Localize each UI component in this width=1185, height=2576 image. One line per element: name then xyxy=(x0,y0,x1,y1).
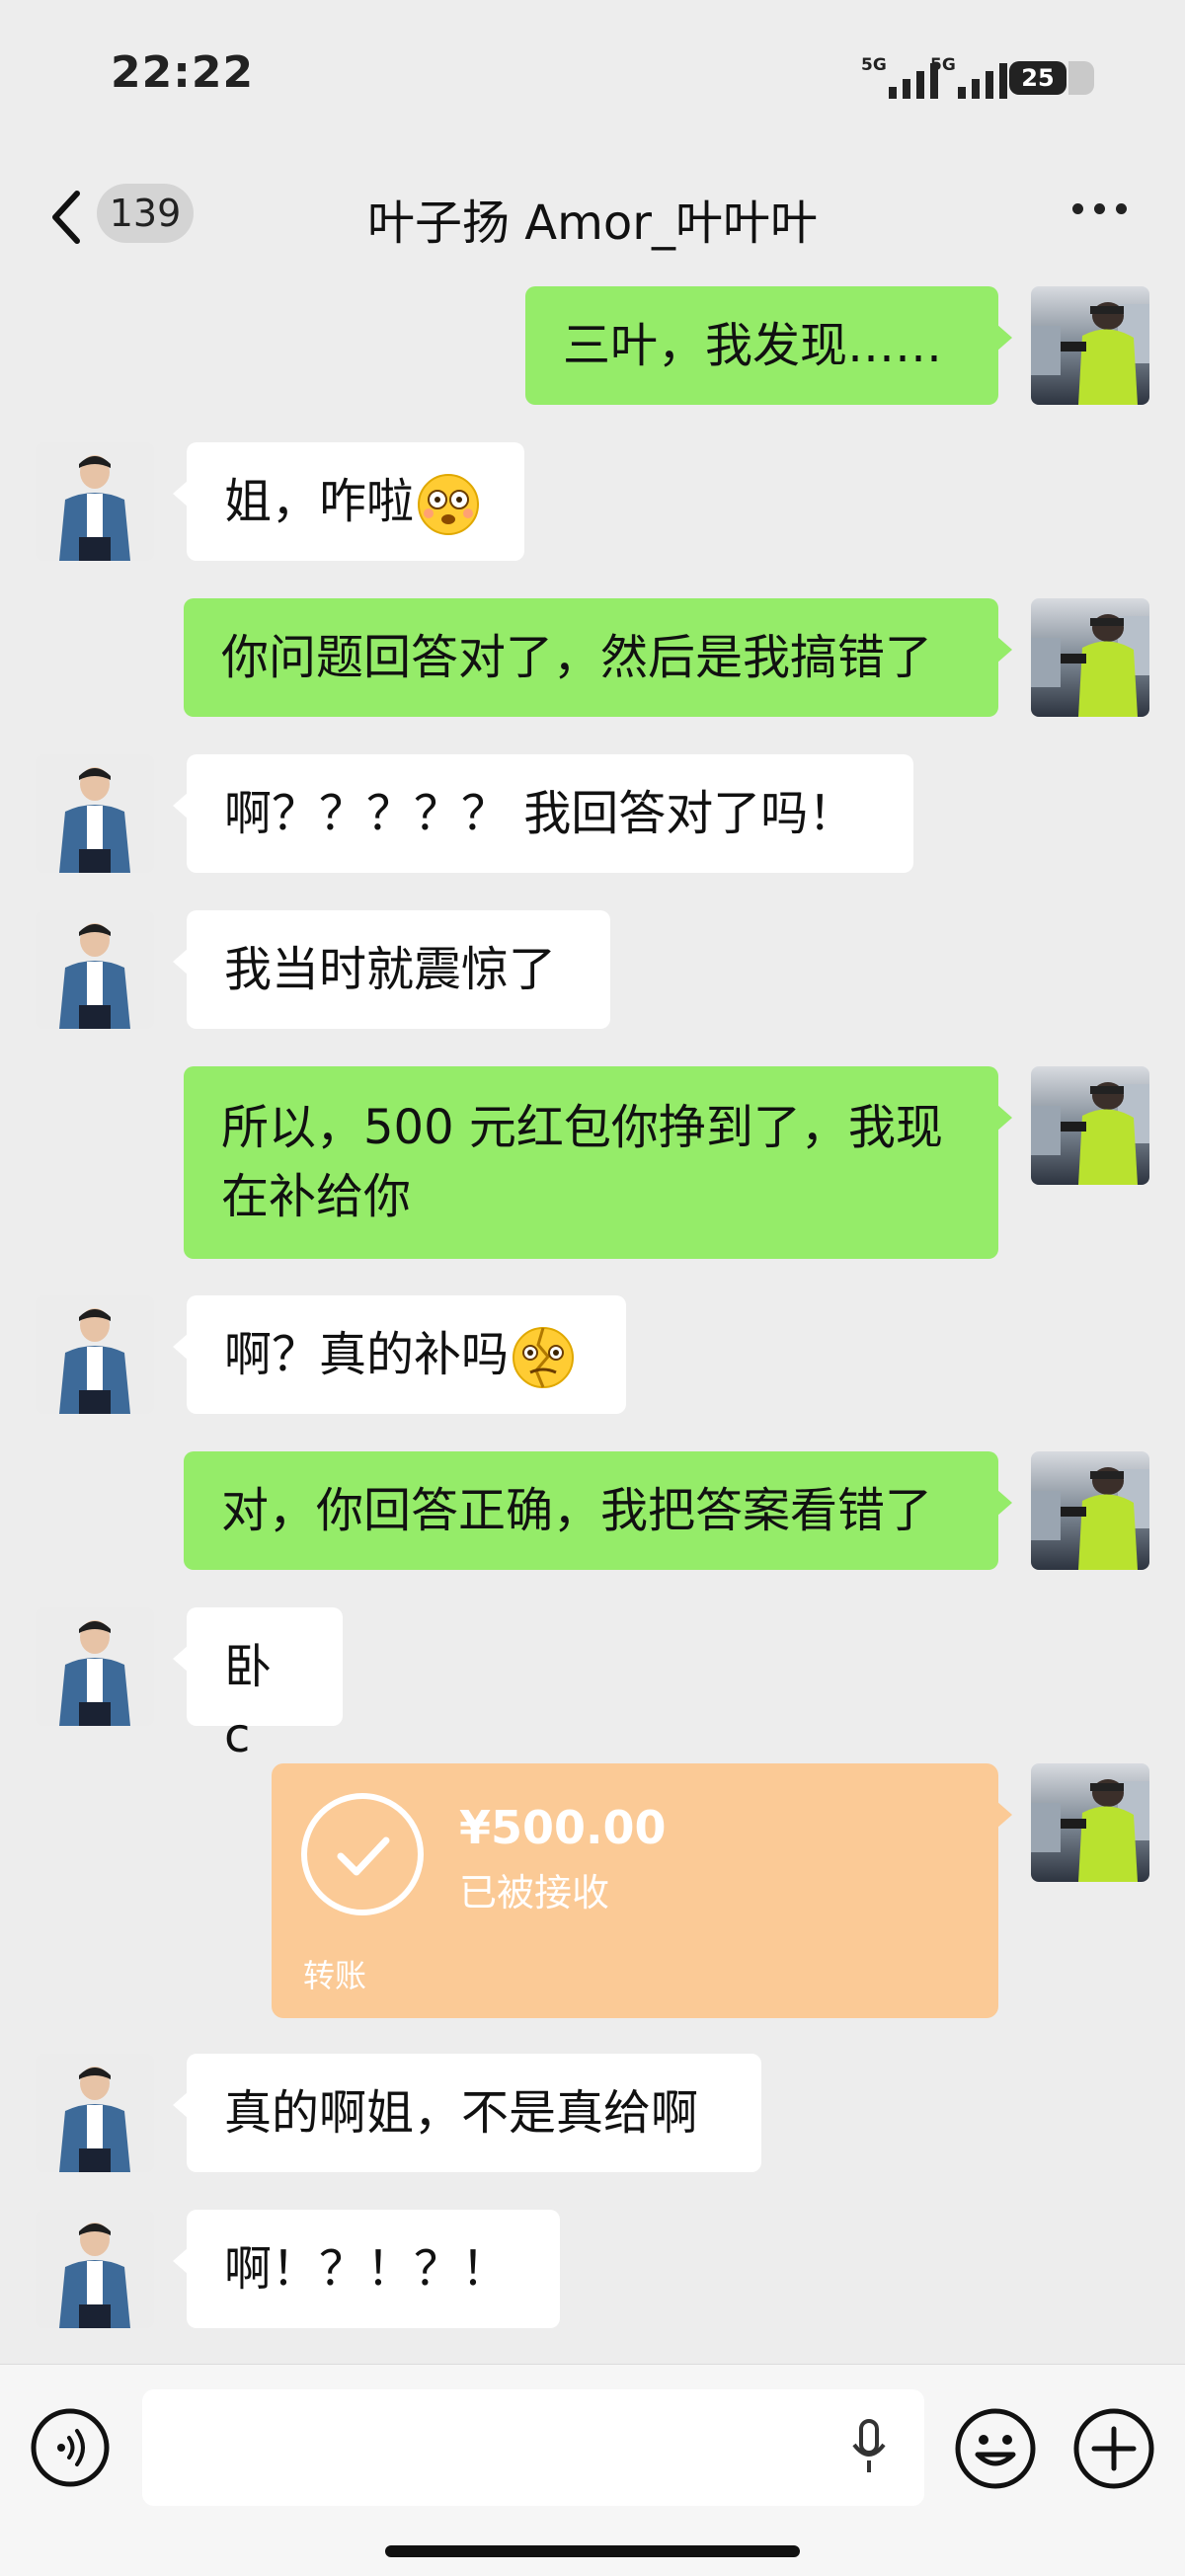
message-bubble-incoming[interactable]: 真的啊姐，不是真给啊 xyxy=(173,2054,761,2172)
flushed-face-icon xyxy=(418,474,480,535)
avatar-contact[interactable] xyxy=(36,2210,154,2328)
message-text: 姐，咋啦 xyxy=(224,474,415,529)
avatar-contact[interactable] xyxy=(36,754,154,873)
avatar-self[interactable] xyxy=(1031,1763,1149,1882)
status-bar: 22:22 5G 5G 25 xyxy=(0,0,1185,148)
plus-icon[interactable] xyxy=(1072,2407,1155,2490)
more-icon[interactable] xyxy=(1070,203,1130,219)
signal-label: 5G xyxy=(861,55,887,75)
avatar-contact[interactable] xyxy=(36,2054,154,2172)
avatar-self[interactable] xyxy=(1031,1066,1149,1185)
emoji-icon[interactable] xyxy=(954,2407,1037,2490)
status-time: 22:22 xyxy=(111,47,255,98)
avatar-contact[interactable] xyxy=(36,1607,154,1726)
battery-icon: 25 xyxy=(1009,61,1094,95)
mic-icon[interactable] xyxy=(851,2419,887,2474)
message-bubble-incoming[interactable]: 啊？真的补吗 xyxy=(173,1295,626,1414)
avatar-contact[interactable] xyxy=(36,442,154,561)
message-bubble-outgoing[interactable]: 对，你回答正确，我把答案看错了 xyxy=(184,1451,1012,1570)
message-bubble-incoming[interactable]: 我当时就震惊了 xyxy=(173,910,610,1029)
check-circle-icon xyxy=(301,1793,424,1915)
message-text: 啊？真的补吗 xyxy=(224,1327,510,1382)
avatar-self[interactable] xyxy=(1031,1451,1149,1570)
avatar-contact[interactable] xyxy=(36,1295,154,1414)
transfer-type-label: 转账 xyxy=(303,1957,367,1994)
avatar-self[interactable] xyxy=(1031,598,1149,717)
avatar-self[interactable] xyxy=(1031,286,1149,405)
message-bubble-incoming[interactable]: 卧 c xyxy=(173,1607,343,1763)
message-bubble-outgoing[interactable]: 你问题回答对了，然后是我搞错了 xyxy=(184,598,1012,717)
message-bubble-incoming[interactable]: 啊？？？？？ 我回答对了吗！ xyxy=(173,754,913,873)
message-bubble-outgoing[interactable]: 三叶，我发现…… xyxy=(525,286,1012,405)
message-bubble-incoming[interactable]: 啊！？！？！ xyxy=(173,2210,560,2328)
transfer-card[interactable]: ¥500.00 已被接收 转账 xyxy=(272,1763,1012,2018)
home-indicator[interactable] xyxy=(385,2545,800,2557)
voice-icon[interactable] xyxy=(30,2407,111,2488)
avatar-contact[interactable] xyxy=(36,910,154,1029)
broken-face-icon xyxy=(513,1327,575,1388)
message-bubble-outgoing[interactable]: 所以，500 元红包你挣到了，我现 在补给你 xyxy=(184,1066,1012,1259)
message-bubble-incoming[interactable]: 姐，咋啦 xyxy=(173,442,524,561)
signal-label: 5G xyxy=(930,55,956,75)
message-input[interactable] xyxy=(142,2389,924,2506)
transfer-status: 已被接收 xyxy=(459,1871,610,1914)
transfer-amount: ¥500.00 xyxy=(459,1801,667,1854)
chat-title: 叶子扬 Amor_叶叶叶 xyxy=(367,195,818,251)
